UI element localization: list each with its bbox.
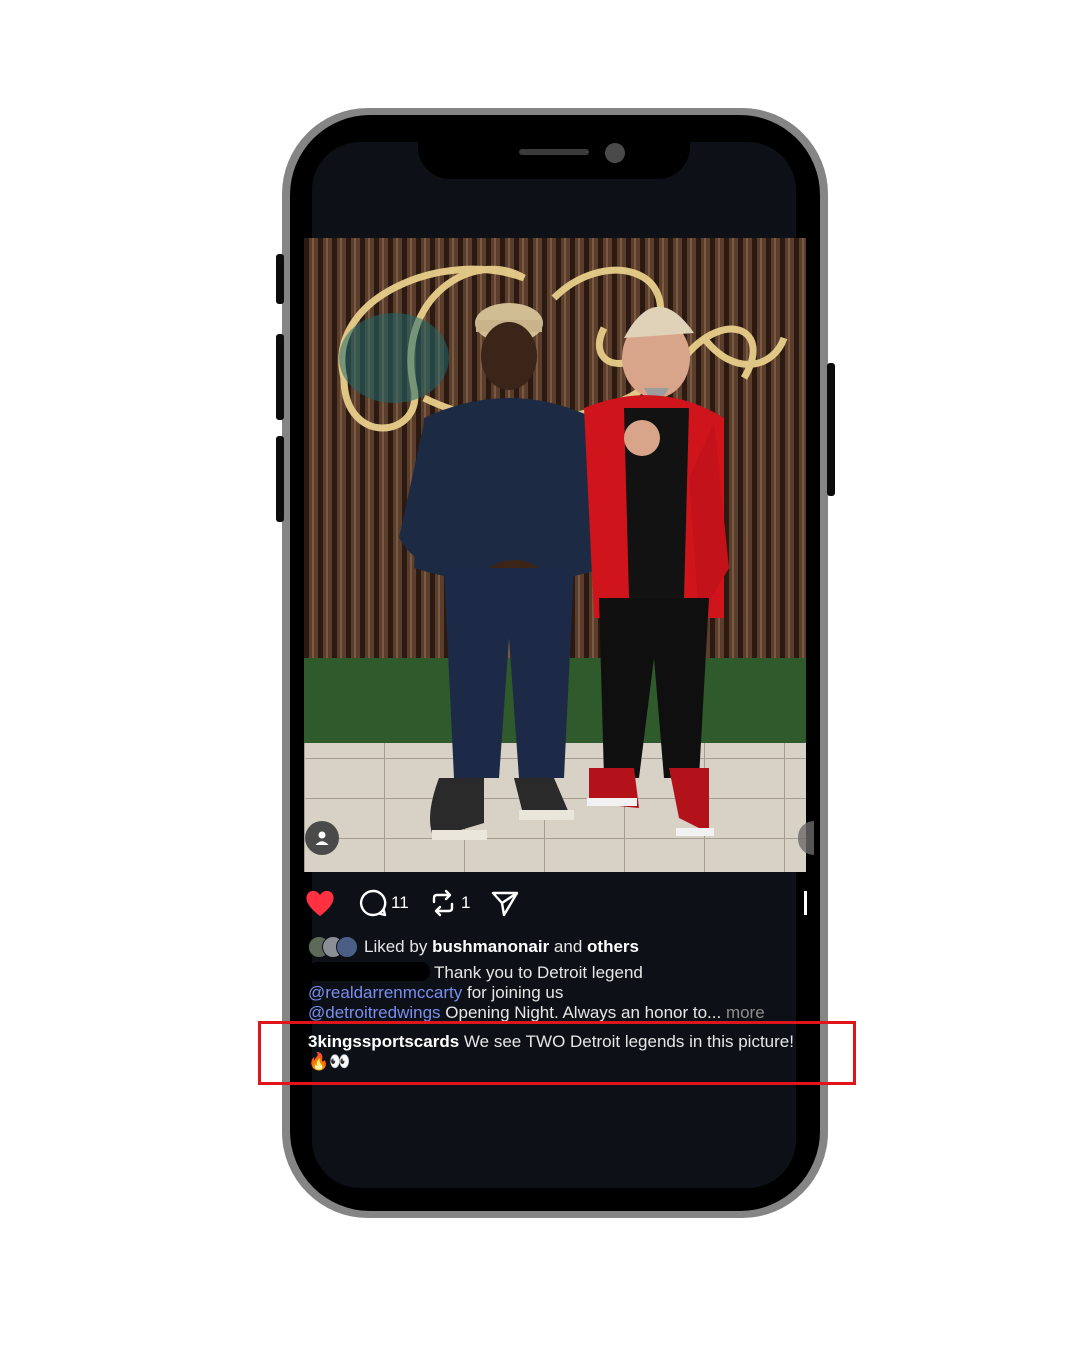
caption-text-2: for joining us	[462, 983, 564, 1002]
repost-icon	[432, 889, 454, 917]
share-button[interactable]	[490, 886, 520, 920]
more-link[interactable]: more	[721, 1003, 765, 1022]
liked-by-row[interactable]: Liked by bushmanonair and others	[308, 934, 639, 960]
side-button-volume-up	[276, 334, 284, 420]
post-photo[interactable]	[304, 238, 806, 872]
side-button-silent	[276, 254, 284, 304]
person-icon	[315, 831, 329, 845]
liked-prefix: Liked by	[364, 937, 428, 956]
side-button-volume-down	[276, 436, 284, 522]
post-action-bar: 11 1	[304, 886, 806, 920]
liker-avatars	[308, 936, 358, 958]
user-tag-button[interactable]	[305, 821, 339, 855]
side-button-power	[827, 363, 835, 496]
like-button[interactable]	[304, 886, 336, 920]
liked-joiner: and	[553, 937, 583, 956]
mention-link[interactable]: @detroitredwings	[308, 1003, 441, 1022]
caption-text-1: Thank you to Detroit legend	[434, 963, 643, 982]
front-camera	[605, 143, 625, 163]
send-icon	[491, 891, 519, 917]
liked-by-user[interactable]: bushmanonair	[432, 937, 549, 957]
redacted-username	[308, 962, 430, 981]
comment-button[interactable]: 11	[358, 886, 409, 920]
repost-count: 1	[461, 893, 471, 912]
caption-text-3: Opening Night. Always an honor to...	[440, 1003, 722, 1022]
heart-icon	[306, 890, 334, 916]
liked-others[interactable]: others	[587, 937, 639, 957]
save-button-edge[interactable]	[804, 891, 807, 915]
avatar	[336, 936, 358, 958]
speaker	[519, 149, 589, 155]
comment-count: 11	[391, 893, 409, 912]
comment-bubble-icon	[359, 889, 387, 917]
notch	[418, 133, 690, 179]
post-caption: Thank you to Detroit legend @realdarrenm…	[308, 962, 808, 1022]
repost-button[interactable]: 1	[428, 886, 470, 920]
mention-link[interactable]: @realdarrenmccarty	[308, 983, 462, 1002]
heart-fill	[306, 890, 334, 916]
photo-illustration	[304, 238, 806, 872]
highlight-box	[258, 1021, 856, 1085]
